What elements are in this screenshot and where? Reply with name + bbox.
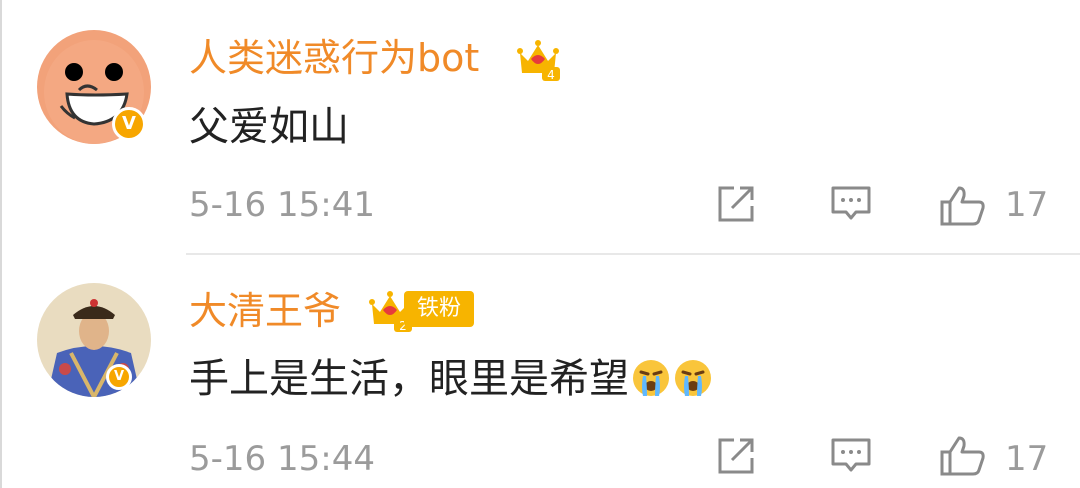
- timestamp: 5-16 15:41: [189, 185, 375, 225]
- like-icon[interactable]: [939, 184, 987, 228]
- crying-emoji-icon: [675, 360, 711, 396]
- like-count: 17: [1005, 439, 1049, 479]
- share-icon[interactable]: [716, 184, 756, 224]
- share-icon[interactable]: [716, 436, 756, 476]
- verified-badge-icon: V: [112, 107, 146, 141]
- comment-item: V 人类迷惑行为bot 4 父爱如山 5-16 15:41 17: [0, 0, 1080, 254]
- crown-level-icon: 4: [517, 40, 560, 82]
- crying-emoji-icon: [633, 360, 669, 396]
- comment-text-content: 手上是生活，眼里是希望: [189, 356, 629, 402]
- like-icon[interactable]: [939, 434, 987, 478]
- reply-icon[interactable]: [830, 184, 872, 224]
- crown-level: 4: [547, 68, 555, 82]
- like-count: 17: [1005, 185, 1049, 225]
- comment-text: 手上是生活，眼里是希望: [189, 352, 713, 406]
- fan-badge: 铁粉: [404, 291, 474, 327]
- reply-icon[interactable]: [830, 436, 872, 476]
- username[interactable]: 大清王爷: [189, 286, 341, 336]
- comment-text: 父爱如山: [189, 104, 349, 150]
- avatar[interactable]: [37, 283, 151, 397]
- username[interactable]: 人类迷惑行为bot: [189, 33, 479, 83]
- verified-badge-icon: V: [106, 364, 132, 390]
- timestamp: 5-16 15:44: [189, 439, 375, 479]
